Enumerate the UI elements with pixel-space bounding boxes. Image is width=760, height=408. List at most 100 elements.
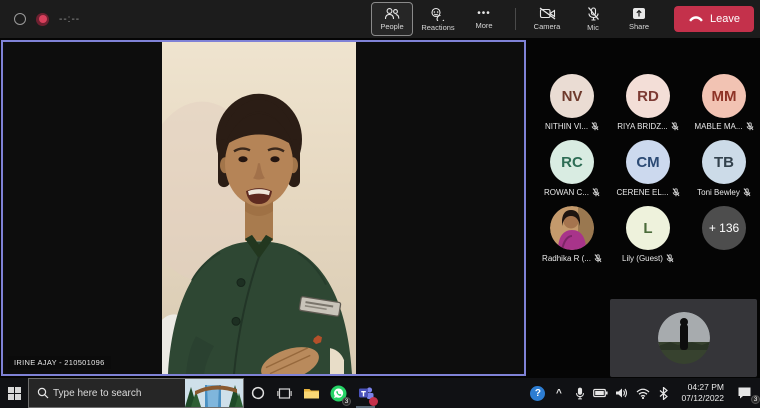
windows-logo-icon: [8, 387, 21, 400]
reactions-icon: [430, 7, 446, 21]
reactions-label: Reactions: [421, 23, 454, 32]
avatar: MM: [702, 74, 746, 118]
muted-mic-icon: [672, 188, 680, 197]
notification-badge: 3: [751, 395, 760, 404]
participant-name: Toni Bewley: [697, 188, 740, 197]
whatsapp-button[interactable]: 3: [325, 378, 352, 408]
avatar-initials: MM: [712, 88, 737, 105]
avatar-initials: L: [643, 220, 652, 237]
muted-mic-icon: [666, 254, 674, 263]
share-icon: [632, 7, 646, 20]
participants-grid: NV NITHIN VI... RD RIYA BRIDZ... MM MABL…: [534, 66, 760, 264]
main-speaker-tile[interactable]: IRINE AJAY - 210501096: [1, 40, 526, 376]
self-view-tile[interactable]: [610, 299, 757, 377]
more-label: More: [475, 21, 492, 30]
participant-tile[interactable]: MM MABLE MA...: [686, 66, 760, 132]
participant-tile[interactable]: L Lily (Guest): [610, 198, 686, 264]
teams-button[interactable]: [352, 378, 379, 408]
file-explorer-button[interactable]: [298, 378, 325, 408]
avatar: NV: [550, 74, 594, 118]
cortana-icon: [251, 386, 265, 400]
cortana-button[interactable]: [244, 378, 271, 408]
teams-badge: [369, 397, 378, 406]
self-avatar-photo: [658, 312, 710, 364]
share-button[interactable]: Share: [618, 2, 660, 36]
search-input[interactable]: [53, 388, 181, 399]
speaker-icon: [615, 387, 628, 399]
meeting-status: --:--: [0, 13, 80, 26]
avatar-initials: CM: [636, 154, 659, 171]
hangup-icon: [688, 13, 704, 25]
speaker-video-image: [162, 42, 356, 374]
notification-icon: [737, 386, 752, 400]
avatar: L: [626, 206, 670, 250]
more-button[interactable]: ••• More: [463, 2, 505, 36]
participant-tile[interactable]: RC ROWAN C...: [534, 132, 610, 198]
people-icon: [384, 7, 400, 20]
muted-mic-icon: [743, 188, 751, 197]
hidden-icons-button[interactable]: ^: [549, 378, 568, 408]
speaker-name-label: IRINE AJAY - 210501096: [8, 356, 111, 369]
folder-icon: [303, 386, 320, 400]
mic-button[interactable]: Mic: [572, 2, 614, 36]
participant-name: Lily (Guest): [622, 254, 663, 263]
participant-name: Radhika R (...: [542, 254, 591, 263]
tray-date: 07/12/2022: [681, 393, 724, 404]
bluetooth-icon: [659, 387, 668, 400]
overflow-participants-tile[interactable]: + 136: [686, 198, 760, 264]
leave-button[interactable]: Leave: [674, 6, 754, 32]
tray-mic-icon: [575, 387, 585, 400]
task-view-button[interactable]: [271, 378, 298, 408]
avatar-initials: TB: [714, 154, 734, 171]
battery-button[interactable]: [591, 378, 610, 408]
muted-mic-icon: [592, 188, 600, 197]
meeting-timer: --:--: [59, 14, 80, 25]
action-center-button[interactable]: 3: [732, 378, 756, 408]
bluetooth-button[interactable]: [654, 378, 673, 408]
participant-tile[interactable]: CM CERENE EL...: [610, 132, 686, 198]
muted-mic-icon: [746, 122, 754, 131]
overflow-count-avatar: + 136: [702, 206, 746, 250]
camera-button[interactable]: Camera: [526, 2, 568, 36]
participant-tile[interactable]: Radhika R (...: [534, 198, 610, 264]
volume-button[interactable]: [612, 378, 631, 408]
camera-off-icon: [539, 7, 556, 20]
muted-mic-icon: [591, 122, 599, 131]
avatar-photo: [550, 206, 594, 250]
participant-name: NITHIN VI...: [545, 122, 588, 131]
mic-off-icon: [587, 7, 600, 21]
avatar: CM: [626, 140, 670, 184]
tray-time: 04:27 PM: [681, 382, 724, 393]
mic-label: Mic: [587, 23, 599, 32]
participant-name: CERENE EL...: [616, 188, 668, 197]
participant-tile[interactable]: TB Toni Bewley: [686, 132, 760, 198]
participant-name: ROWAN C...: [544, 188, 589, 197]
start-button[interactable]: [0, 378, 28, 408]
taskbar-search[interactable]: [28, 378, 244, 408]
reactions-button[interactable]: Reactions: [417, 2, 459, 36]
avatar: RC: [550, 140, 594, 184]
clock[interactable]: 04:27 PM 07/12/2022: [675, 382, 730, 404]
battery-icon: [593, 388, 608, 398]
muted-mic-icon: [671, 122, 679, 131]
participant-tile[interactable]: RD RIYA BRIDZ...: [610, 66, 686, 132]
camera-label: Camera: [534, 22, 561, 31]
avatar: TB: [702, 140, 746, 184]
tray-mic-button[interactable]: [570, 378, 589, 408]
search-highlight-image[interactable]: [185, 379, 243, 407]
avatar-initials: RC: [561, 154, 583, 171]
avatar-initials: RD: [637, 88, 659, 105]
overflow-count: + 136: [709, 221, 739, 235]
speaker-video: [162, 42, 356, 374]
more-icon: •••: [477, 9, 491, 19]
network-button[interactable]: [633, 378, 652, 408]
participant-name: RIYA BRIDZ...: [617, 122, 668, 131]
meeting-stage: IRINE AJAY - 210501096 NV NITHIN VI... R…: [0, 38, 760, 378]
meeting-topbar: --:-- People Reactions ••• More Camera: [0, 0, 760, 38]
recording-icon: [36, 13, 49, 26]
status-circle-icon: [14, 13, 26, 25]
people-button[interactable]: People: [371, 2, 413, 36]
participant-tile[interactable]: NV NITHIN VI...: [534, 66, 610, 132]
help-button[interactable]: ?: [528, 378, 547, 408]
muted-mic-icon: [594, 254, 602, 263]
